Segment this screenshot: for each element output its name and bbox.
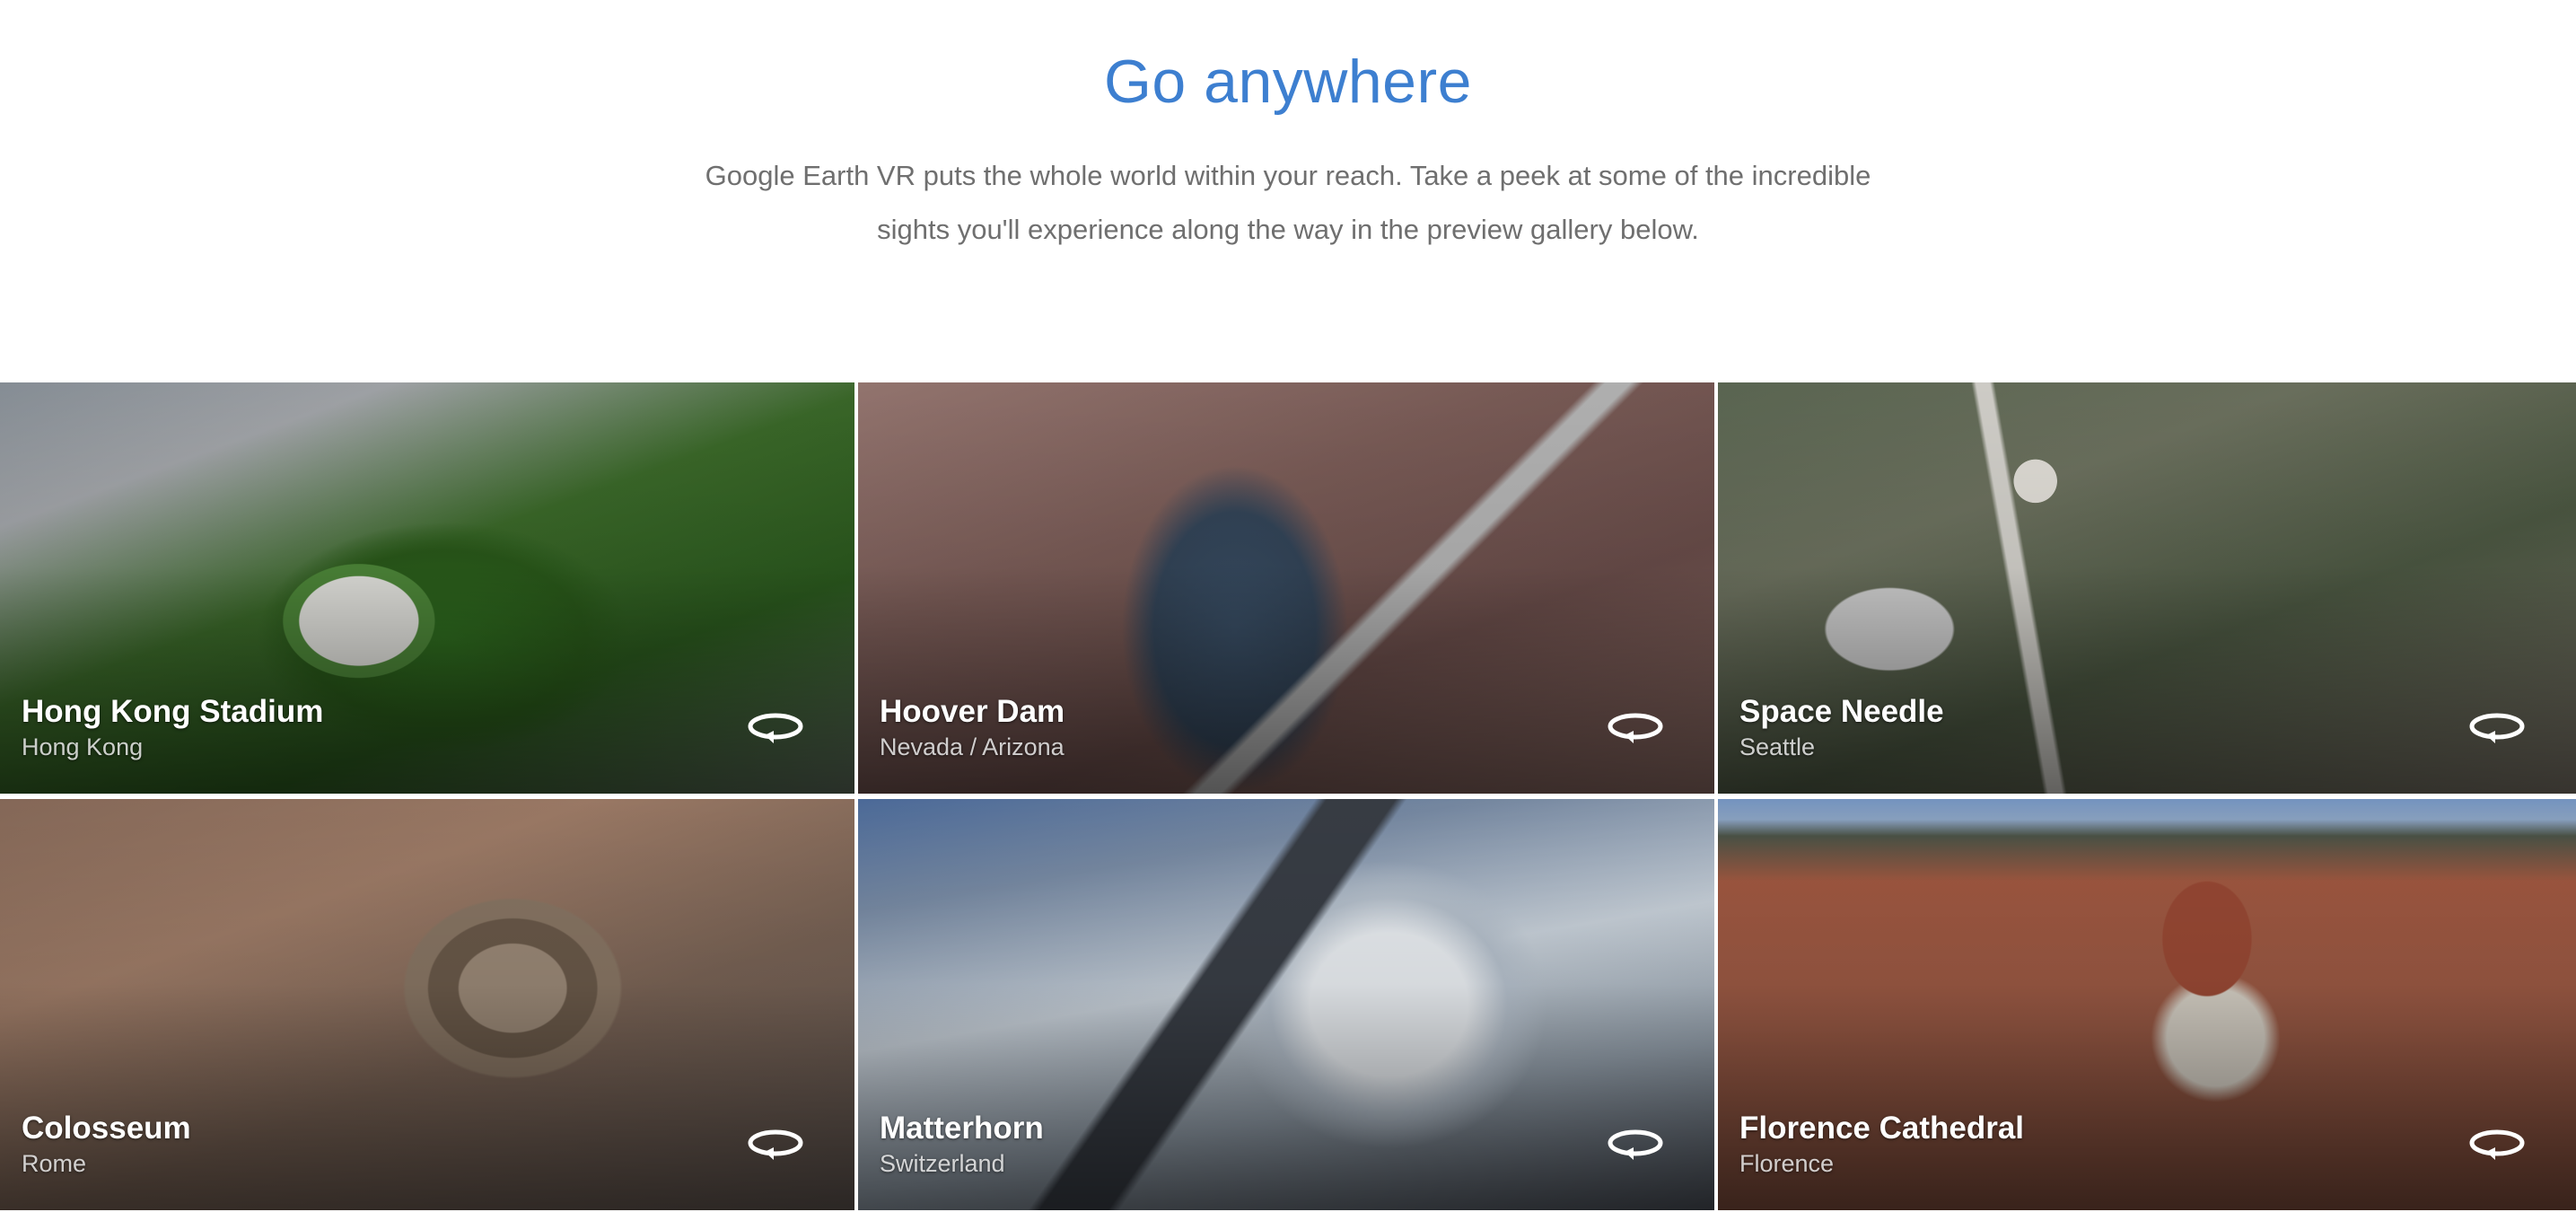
location-title: Matterhorn [880,1111,1044,1146]
location-subtitle: Florence [1739,1150,1835,1177]
gallery-item-florence-cathedral[interactable]: Florence Cathedral Florence [1718,799,2576,1210]
caption: Space Needle Seattle [1739,693,1944,763]
caption: Colosseum Rome [22,1110,191,1180]
caption: Matterhorn Switzerland [880,1110,1044,1180]
location-title: Hoover Dam [880,694,1065,729]
gallery-item-hoover-dam[interactable]: Hoover Dam Nevada / Arizona [858,382,1714,794]
section-title: Go anywhere [1104,48,1472,116]
gallery-item-colosseum[interactable]: Colosseum Rome [0,799,854,1210]
location-title: Colosseum [22,1111,191,1146]
gallery-item-matterhorn[interactable]: Matterhorn Switzerland [858,799,1714,1210]
caption: Hoover Dam Nevada / Arizona [880,693,1065,763]
preview-gallery: Hong Kong Stadium Hong Kong Hoover Dam N… [0,382,2576,1210]
rotate-360-icon[interactable] [1607,711,1664,747]
rotate-360-icon[interactable] [747,1128,804,1164]
section-description: Google Earth VR puts the whole world wit… [705,160,1871,245]
caption: Hong Kong Stadium Hong Kong [22,693,323,763]
rotate-360-icon[interactable] [1607,1128,1664,1164]
location-subtitle: Seattle [1739,733,1816,760]
location-subtitle: Switzerland [880,1150,1005,1177]
caption: Florence Cathedral Florence [1739,1110,2024,1180]
gallery-item-hong-kong-stadium[interactable]: Hong Kong Stadium Hong Kong [0,382,854,794]
rotate-360-icon[interactable] [2468,711,2526,747]
location-subtitle: Hong Kong [22,733,144,760]
location-title: Florence Cathedral [1739,1111,2025,1146]
location-subtitle: Nevada / Arizona [880,733,1065,760]
location-title: Space Needle [1739,694,1944,729]
intro-section: Go anywhere Google Earth VR puts the who… [0,0,2576,382]
rotate-360-icon[interactable] [747,711,804,747]
location-title: Hong Kong Stadium [22,694,324,729]
gallery-item-space-needle[interactable]: Space Needle Seattle [1718,382,2576,794]
location-subtitle: Rome [22,1150,87,1177]
rotate-360-icon[interactable] [2468,1128,2526,1164]
